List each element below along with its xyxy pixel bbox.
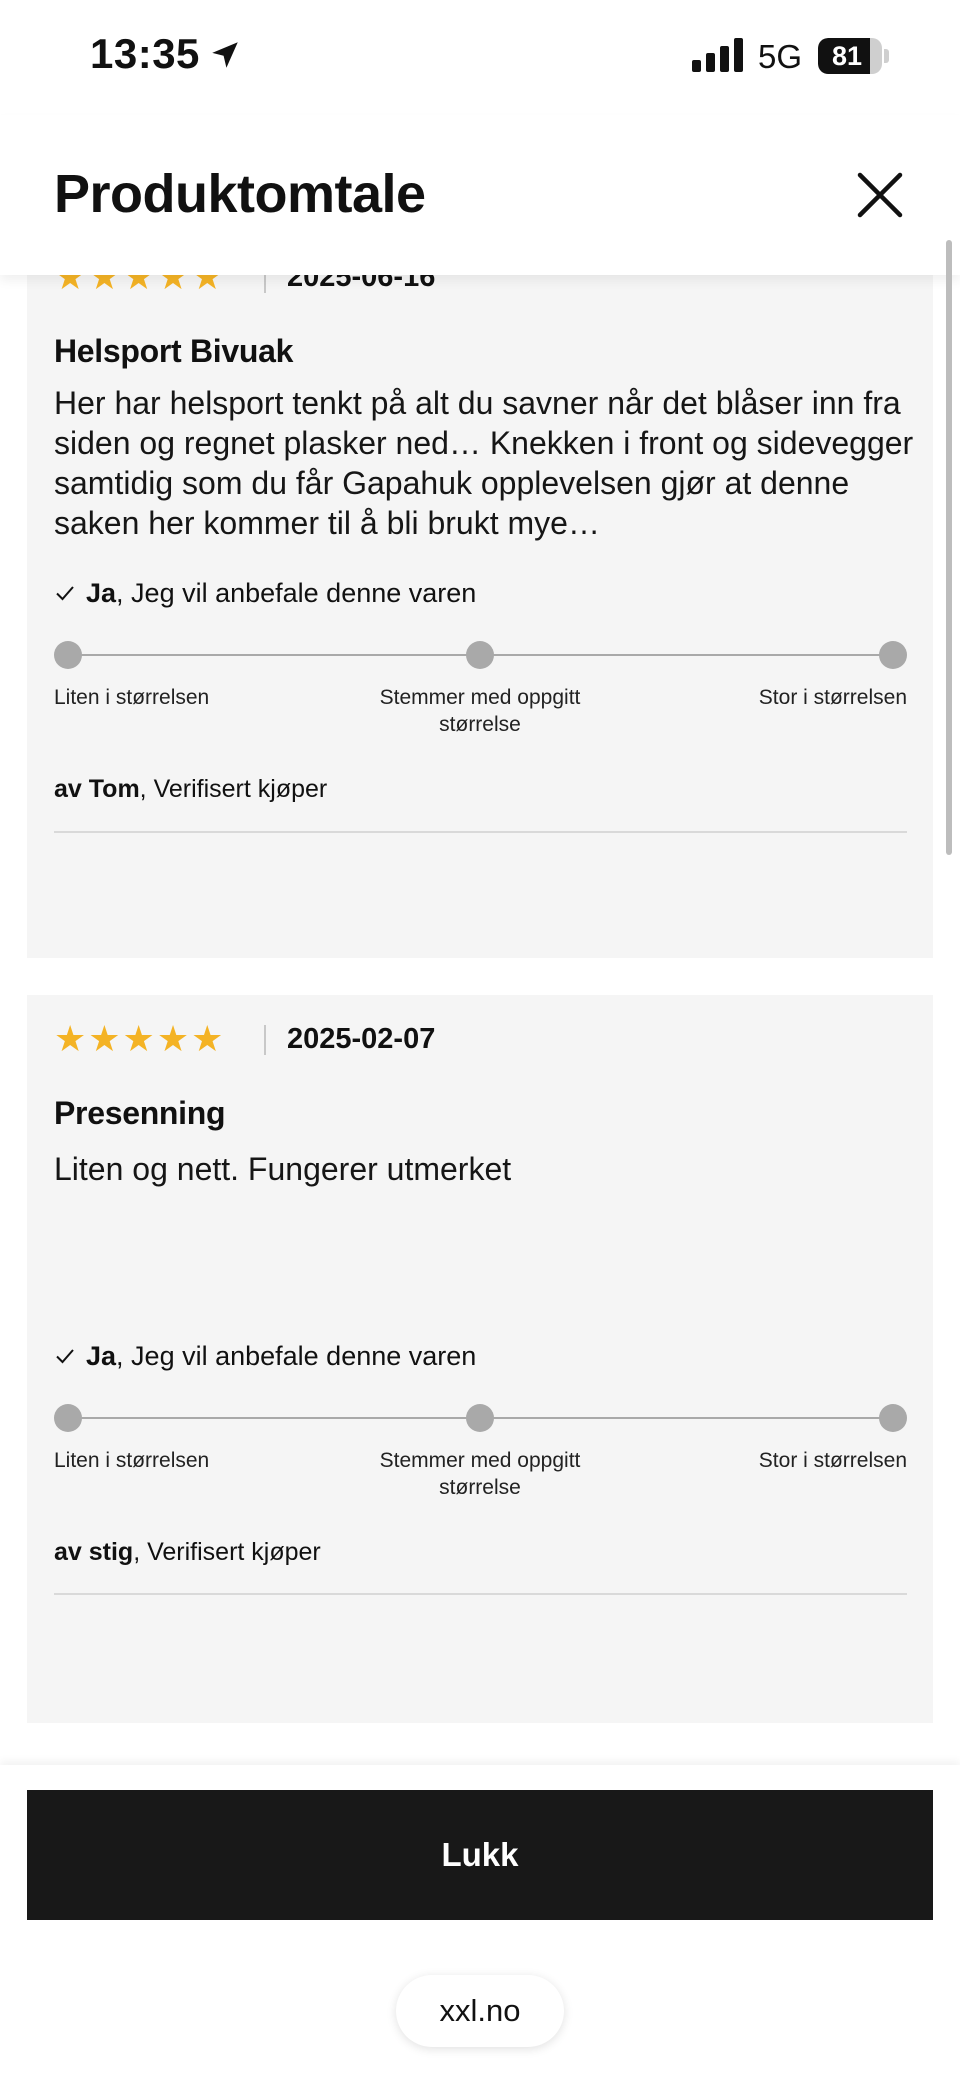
size-scale — [54, 640, 907, 670]
recommend-yes: Ja — [86, 578, 117, 608]
author-verified: , Verifisert kjøper — [133, 1538, 321, 1566]
review-body: Her har helsport tenkt på alt du savner … — [54, 385, 914, 541]
check-icon — [56, 1349, 74, 1364]
recommend-text: , Jeg vil anbefale denne varen — [116, 578, 477, 608]
star-rating-icon: ★★★★★ — [54, 1018, 226, 1059]
scale-dot-fits — [466, 1404, 494, 1432]
recommendation: Ja, Jeg vil anbefale denne varen — [54, 1336, 476, 1376]
url-bar[interactable]: xxl.no — [396, 1975, 564, 2047]
review-date: 2025-06-16 — [287, 275, 436, 293]
recommend-yes: Ja — [86, 1341, 117, 1371]
divider — [264, 1025, 266, 1055]
recommendation: Ja, Jeg vil anbefale denne varen — [54, 573, 476, 613]
signal-icon — [692, 38, 743, 72]
battery-icon: 81 — [818, 38, 890, 74]
scale-label-fits: Stemmer med oppgitt størrelse — [379, 1449, 581, 1499]
recommend-text: , Jeg vil anbefale denne varen — [116, 1341, 477, 1371]
scale-label-small: Liten i størrelsen — [54, 686, 210, 709]
divider — [264, 275, 266, 293]
scale-label-small: Liten i størrelsen — [54, 1449, 210, 1472]
network-type: 5G — [758, 38, 803, 75]
battery-level: 81 — [831, 41, 863, 71]
author-name: av stig — [54, 1538, 134, 1566]
scale-label-fits: Stemmer med oppgitt størrelse — [379, 686, 581, 736]
review-card: ★★★★★ 2025-06-16 Helsport Bivuak Her har… — [27, 275, 933, 958]
divider — [54, 831, 907, 833]
size-scale-labels: Liten i størrelsen Stemmer med oppgitt s… — [54, 684, 907, 744]
scale-label-large: Stor i størrelsen — [758, 686, 907, 709]
scale-dot-large — [879, 641, 907, 669]
scale-dot-fits — [466, 641, 494, 669]
star-rating-icon: ★★★★★ — [54, 275, 226, 297]
scrollbar[interactable] — [946, 240, 952, 855]
review-author: av Tom, Verifisert kjøper — [54, 775, 327, 804]
scale-dot-small — [54, 1404, 82, 1432]
scale-dot-large — [879, 1404, 907, 1432]
size-scale — [54, 1403, 907, 1433]
review-card: ★★★★★ 2025-02-07 Presenning Liten og net… — [27, 995, 933, 1723]
review-author: av stig, Verifisert kjøper — [54, 1538, 321, 1567]
review-list[interactable]: ★★★★★ 2025-06-16 Helsport Bivuak Her har… — [0, 275, 960, 1765]
size-scale-labels: Liten i størrelsen Stemmer med oppgitt s… — [54, 1447, 907, 1507]
page-title: Produktomtale — [54, 164, 426, 224]
location-arrow-icon — [212, 42, 238, 68]
status-time: 13:35 — [90, 30, 200, 77]
close-button[interactable]: Lukk — [27, 1790, 933, 1920]
review-date: 2025-02-07 — [287, 1023, 436, 1055]
modal-header: Produktomtale — [0, 115, 960, 275]
author-name: av Tom — [54, 775, 140, 803]
review-body: Liten og nett. Fungerer utmerket — [54, 1151, 512, 1187]
scale-dot-small — [54, 641, 82, 669]
author-verified: , Verifisert kjøper — [139, 775, 328, 803]
modal-footer: Lukk xxl.no — [0, 1765, 960, 2077]
review-title: Presenning — [54, 1095, 226, 1131]
divider — [54, 1593, 907, 1595]
review-title: Helsport Bivuak — [54, 333, 294, 369]
check-icon — [56, 586, 74, 601]
close-icon[interactable] — [850, 165, 910, 225]
status-bar: 13:35 5G 81 — [0, 0, 960, 115]
scale-label-large: Stor i størrelsen — [758, 1449, 907, 1472]
